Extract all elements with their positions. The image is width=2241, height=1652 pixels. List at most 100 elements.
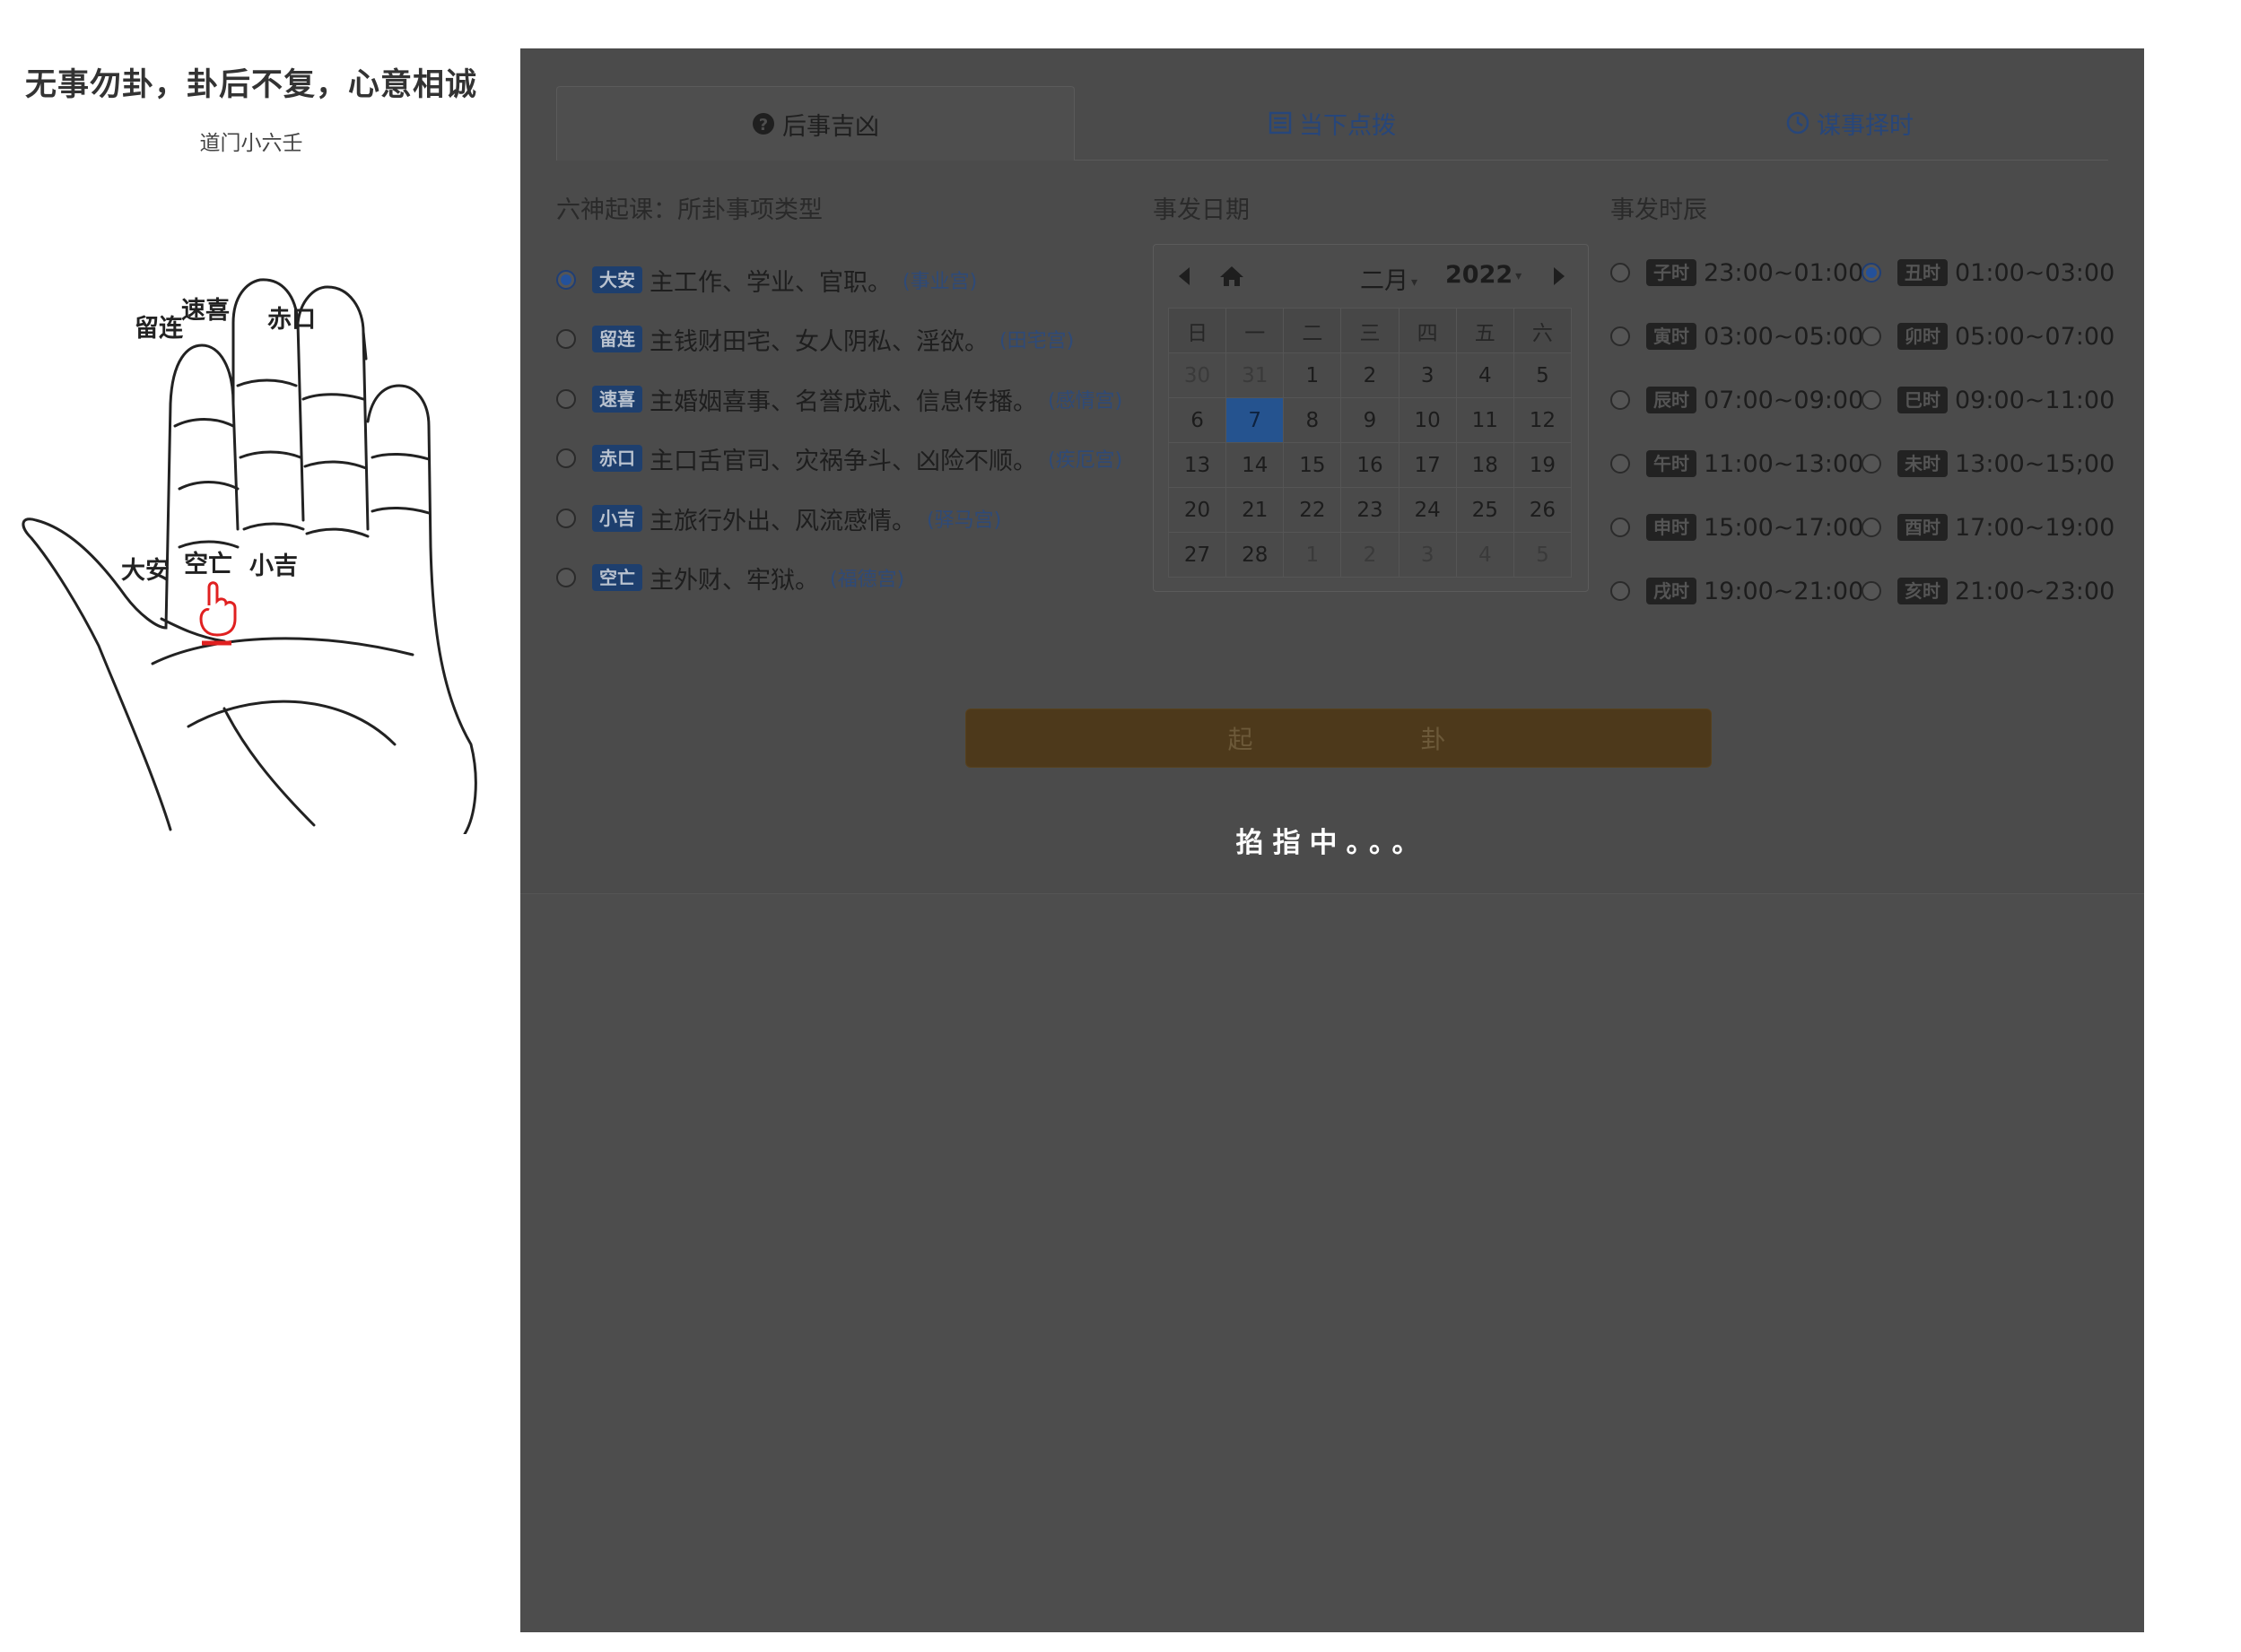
day-cell[interactable]: 13	[1167, 442, 1227, 488]
day-cell[interactable]: 12	[1513, 397, 1573, 443]
year-select[interactable]: 2022 ▾	[1445, 261, 1522, 289]
hour-option-si[interactable]: 巳时 09:00~11:00	[1862, 382, 2115, 418]
radio-hour-wu[interactable]	[1610, 454, 1630, 474]
day-cell[interactable]: 15	[1283, 442, 1342, 488]
hour-option-you[interactable]: 酉时 17:00~19:00	[1862, 509, 2115, 545]
hour-tag: 酉时	[1897, 514, 1948, 541]
hour-tag: 亥时	[1897, 578, 1948, 604]
day-cell[interactable]: 23	[1340, 487, 1400, 533]
weekday: 六	[1513, 308, 1573, 353]
option-daan[interactable]: 大安 主工作、学业、官职。 (事业宫)	[556, 262, 977, 298]
day-cell[interactable]: 28	[1225, 532, 1285, 578]
day-cell[interactable]: 6	[1167, 397, 1227, 443]
day-cell[interactable]: 31	[1225, 352, 1285, 398]
day-cell[interactable]: 8	[1283, 397, 1342, 443]
day-cell[interactable]: 26	[1513, 487, 1573, 533]
option-chikou[interactable]: 赤口 主口舌官司、灾祸争斗、凶险不顺。 (疾厄宫)	[556, 440, 1122, 476]
next-month-icon[interactable]	[1548, 263, 1570, 290]
type-section-title: 六神起课：所卦事项类型	[556, 196, 823, 224]
radio-xiaoji[interactable]	[556, 509, 576, 528]
option-text: 主口舌官司、灾祸争斗、凶险不顺。	[650, 447, 1037, 475]
radio-hour-shen[interactable]	[1610, 517, 1630, 537]
day-cell[interactable]: 14	[1225, 442, 1285, 488]
hand-label-kongwang: 空亡	[184, 550, 232, 578]
hour-option-xu[interactable]: 戌时 19:00~21:00	[1610, 573, 1863, 609]
day-cell-selected[interactable]: 7	[1225, 397, 1285, 443]
day-cell[interactable]: 4	[1455, 352, 1514, 398]
day-cell[interactable]: 1	[1283, 352, 1342, 398]
radio-hour-chen[interactable]	[1610, 390, 1630, 410]
day-cell[interactable]: 3	[1398, 532, 1457, 578]
day-cell[interactable]: 5	[1513, 532, 1573, 578]
radio-chikou[interactable]	[556, 448, 576, 468]
day-cell[interactable]: 24	[1398, 487, 1457, 533]
option-xiaoji[interactable]: 小吉 主旅行外出、风流感情。 (驿马宫)	[556, 500, 1001, 536]
radio-liulian[interactable]	[556, 329, 576, 349]
hour-tag: 卯时	[1897, 323, 1948, 350]
day-cell[interactable]: 3	[1398, 352, 1457, 398]
radio-hour-zi[interactable]	[1610, 263, 1630, 283]
hour-tag: 寅时	[1646, 323, 1696, 350]
day-cell[interactable]: 11	[1455, 397, 1514, 443]
day-cell[interactable]: 18	[1455, 442, 1514, 488]
day-cell[interactable]: 1	[1283, 532, 1342, 578]
hour-option-chen[interactable]: 辰时 07:00~09:00	[1610, 382, 1863, 418]
option-tag: 小吉	[592, 505, 642, 532]
start-divination-button[interactable]: 起 卦	[965, 709, 1712, 768]
radio-hour-you[interactable]	[1862, 517, 1881, 537]
day-cell[interactable]: 30	[1167, 352, 1227, 398]
day-cell[interactable]: 9	[1340, 397, 1400, 443]
hour-range: 11:00~13:00	[1704, 449, 1864, 478]
home-icon[interactable]	[1216, 263, 1247, 290]
day-cell[interactable]: 20	[1167, 487, 1227, 533]
day-cell[interactable]: 17	[1398, 442, 1457, 488]
hour-option-chou[interactable]: 丑时 01:00~03:00	[1862, 255, 2115, 291]
radio-hour-wei[interactable]	[1862, 454, 1881, 474]
hour-option-shen[interactable]: 申时 15:00~17:00	[1610, 509, 1863, 545]
radio-hour-yin[interactable]	[1610, 326, 1630, 346]
day-cell[interactable]: 22	[1283, 487, 1342, 533]
hour-option-mao[interactable]: 卯时 05:00~07:00	[1862, 318, 2115, 354]
hour-option-wu[interactable]: 午时 11:00~13:00	[1610, 446, 1863, 482]
day-cell[interactable]: 16	[1340, 442, 1400, 488]
radio-hour-mao[interactable]	[1862, 326, 1881, 346]
option-liulian[interactable]: 留连 主钱财田宅、女人阴私、淫欲。 (田宅宫)	[556, 321, 1074, 357]
tab-outcome[interactable]: ? 后事吉凶	[556, 86, 1075, 161]
hour-tag: 午时	[1646, 450, 1696, 477]
radio-hour-si[interactable]	[1862, 390, 1881, 410]
day-cell[interactable]: 2	[1340, 532, 1400, 578]
day-cell[interactable]: 2	[1340, 352, 1400, 398]
day-cell[interactable]: 4	[1455, 532, 1514, 578]
option-note: (田宅宫)	[999, 330, 1075, 352]
hour-range: 03:00~05:00	[1704, 322, 1864, 351]
radio-hour-xu[interactable]	[1610, 581, 1630, 601]
week-row: 27 28 1 2 3 4 5	[1167, 532, 1573, 578]
day-cell[interactable]: 19	[1513, 442, 1573, 488]
subtitle: 道门小六壬	[199, 132, 303, 155]
day-cell[interactable]: 21	[1225, 487, 1285, 533]
day-cell[interactable]: 5	[1513, 352, 1573, 398]
option-kongwang[interactable]: 空亡 主外财、牢狱。 (福德宫)	[556, 560, 904, 596]
tab-guidance[interactable]: 当下点拨	[1074, 86, 1591, 160]
day-cell[interactable]: 25	[1455, 487, 1514, 533]
hour-option-hai[interactable]: 亥时 21:00~23:00	[1862, 573, 2115, 609]
sidebar: 无事勿卦，卦后不复，心意相诚 道门小六壬 留连 速喜 赤口 大安 空亡 小吉	[0, 0, 511, 1652]
day-cell[interactable]: 27	[1167, 532, 1227, 578]
pointer-hand-icon	[199, 581, 237, 646]
option-suxi[interactable]: 速喜 主婚姻喜事、名誉成就、信息传播。 (感情宫)	[556, 381, 1122, 417]
hour-option-wei[interactable]: 未时 13:00~15;00	[1862, 446, 2115, 482]
radio-hour-chou[interactable]	[1862, 263, 1881, 283]
option-note: (疾厄宫)	[1048, 449, 1123, 472]
radio-daan[interactable]	[556, 270, 576, 290]
hour-option-yin[interactable]: 寅时 03:00~05:00	[1610, 318, 1863, 354]
month-select[interactable]: 二月 ▾	[1360, 261, 1417, 296]
motto-title: 无事勿卦，卦后不复，心意相诚	[24, 67, 477, 103]
radio-suxi[interactable]	[556, 389, 576, 409]
tab-timing[interactable]: 谋事择时	[1591, 86, 2108, 160]
prev-month-icon[interactable]	[1173, 263, 1195, 290]
radio-hour-hai[interactable]	[1862, 581, 1881, 601]
radio-kongwang[interactable]	[556, 568, 576, 587]
hour-option-zi[interactable]: 子时 23:00~01:00	[1610, 255, 1863, 291]
day-cell[interactable]: 10	[1398, 397, 1457, 443]
option-tag: 赤口	[592, 445, 642, 472]
